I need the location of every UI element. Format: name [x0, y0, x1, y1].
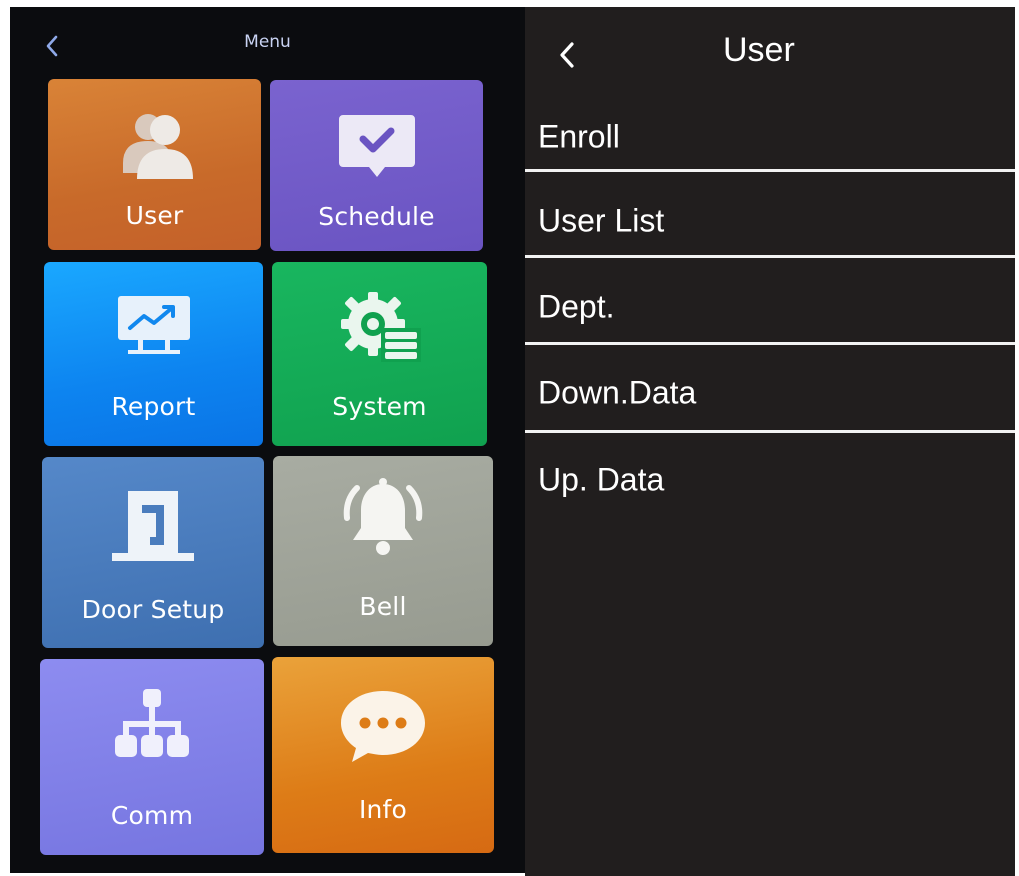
divider	[525, 169, 1015, 172]
tile-label: Schedule	[318, 202, 435, 231]
menu-item-label: Up. Data	[538, 461, 665, 498]
calendar-check-icon	[270, 80, 483, 213]
menu-item-up-data[interactable]: Up. Data	[525, 437, 1015, 523]
tile-label: System	[332, 392, 427, 421]
users-icon	[48, 79, 261, 216]
tile-user[interactable]: User	[48, 79, 261, 250]
user-submenu-screen: User Enroll User List Dept. Down.Data Up…	[525, 7, 1015, 876]
tile-label: Door Setup	[81, 595, 225, 624]
tile-door-setup[interactable]: Door Setup	[42, 457, 264, 648]
menu-item-label: Enroll	[538, 118, 620, 155]
tile-system[interactable]: System	[272, 262, 487, 446]
page-title: User	[723, 31, 795, 69]
divider	[525, 430, 1015, 433]
chat-bubble-icon	[272, 657, 494, 794]
divider	[525, 255, 1015, 258]
menu-item-dept[interactable]: Dept.	[525, 264, 1015, 350]
divider	[525, 342, 1015, 345]
page-title: Menu	[244, 32, 291, 52]
tile-label: Info	[358, 795, 408, 824]
tile-label: User	[125, 201, 184, 230]
menu-item-label: User List	[538, 202, 665, 239]
chart-board-icon	[44, 262, 263, 391]
menu-item-label: Down.Data	[538, 374, 697, 411]
network-icon	[40, 659, 264, 796]
menu-item-down-data[interactable]: Down.Data	[525, 350, 1015, 436]
tile-schedule[interactable]: Schedule	[270, 80, 483, 251]
menu-screen: Menu User Schedule Report System Door Se…	[10, 7, 525, 873]
chevron-left-icon	[560, 42, 574, 68]
back-button[interactable]	[553, 37, 581, 73]
tile-label: Comm	[110, 801, 194, 830]
tile-info[interactable]: Info	[272, 657, 494, 853]
tile-report[interactable]: Report	[44, 262, 263, 446]
menu-item-user-list[interactable]: User List	[525, 178, 1015, 264]
menu-item-label: Dept.	[538, 288, 615, 325]
tile-bell[interactable]: Bell	[273, 456, 493, 646]
door-icon	[42, 457, 264, 591]
bell-icon	[273, 456, 493, 581]
tile-comm[interactable]: Comm	[40, 659, 264, 855]
menu-header: Menu	[10, 7, 525, 79]
tile-label: Report	[111, 392, 196, 421]
gear-list-icon	[272, 262, 487, 391]
tile-label: Bell	[359, 592, 407, 621]
menu-item-enroll[interactable]: Enroll	[525, 94, 1015, 180]
